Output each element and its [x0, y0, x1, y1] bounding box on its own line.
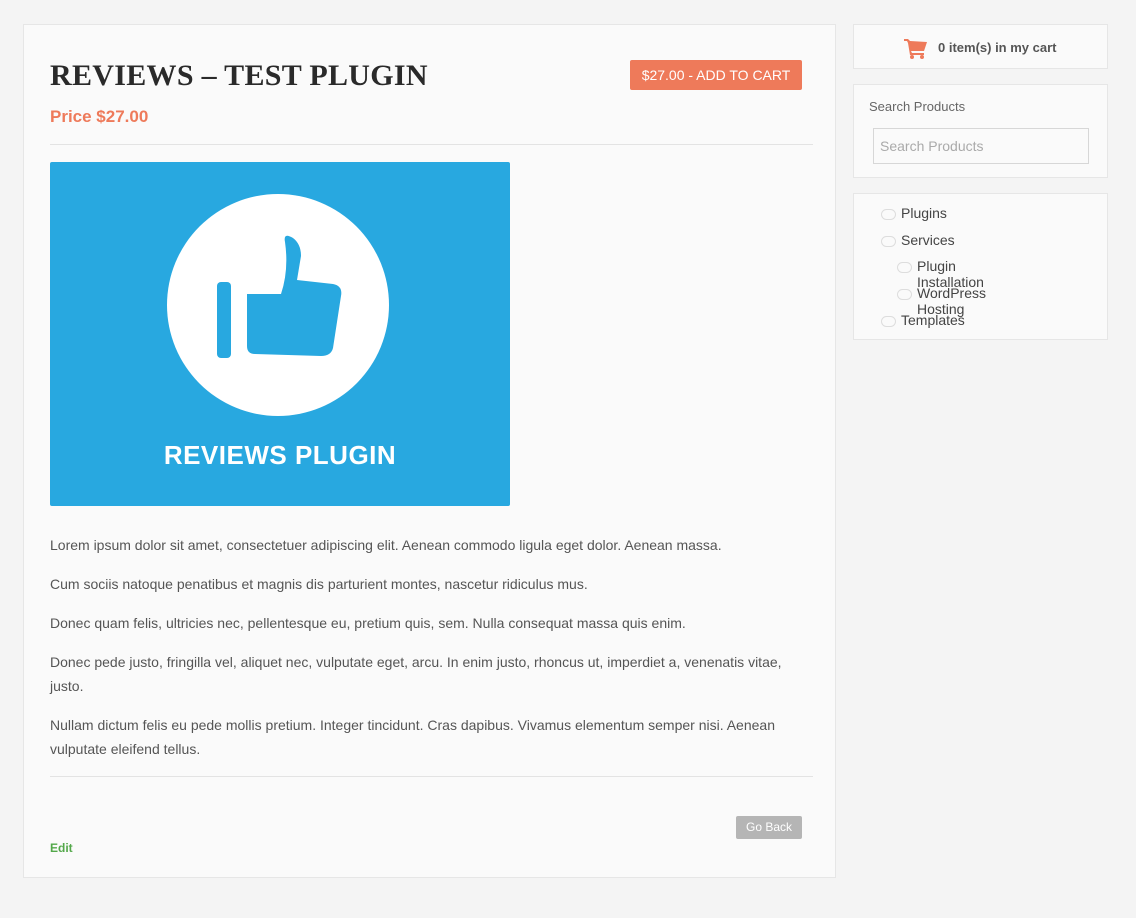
- divider: [50, 144, 813, 145]
- search-input[interactable]: [873, 128, 1089, 164]
- cart-widget[interactable]: 0 item(s) in my cart: [853, 24, 1108, 69]
- category-label: Plugins: [901, 205, 947, 221]
- description-paragraph: Nullam dictum felis eu pede mollis preti…: [50, 717, 775, 757]
- go-back-button[interactable]: Go Back: [736, 816, 802, 839]
- product-panel: REVIEWS – TEST PLUGIN $27.00 - ADD TO CA…: [23, 24, 836, 878]
- product-image: REVIEWS PLUGIN: [50, 162, 510, 506]
- category-widget: Plugins Services Plugin Installation Wor…: [853, 193, 1108, 340]
- description-paragraph: Donec pede justo, fringilla vel, aliquet…: [50, 654, 782, 694]
- radio-icon[interactable]: [881, 235, 896, 247]
- cart-status: 0 item(s) in my cart: [938, 40, 1057, 55]
- image-caption: REVIEWS PLUGIN: [163, 440, 397, 470]
- product-description: Lorem ipsum dolor sit amet, consectetuer…: [50, 533, 813, 776]
- radio-icon[interactable]: [881, 209, 896, 220]
- description-paragraph: Lorem ipsum dolor sit amet, consectetuer…: [50, 537, 722, 553]
- description-paragraph: Cum sociis natoque penatibus et magnis d…: [50, 576, 588, 592]
- product-price: Price $27.00: [50, 107, 149, 126]
- cart-icon: [904, 39, 927, 59]
- image-circle: [167, 194, 389, 416]
- radio-icon[interactable]: [897, 262, 912, 274]
- category-label: Templates: [901, 311, 965, 328]
- search-widget-title: Search Products: [869, 99, 966, 114]
- thumbs-up-icon: [217, 235, 342, 358]
- description-paragraph: Donec quam felis, ultricies nec, pellent…: [50, 615, 686, 631]
- add-to-cart-button[interactable]: $27.00 - ADD TO CART: [630, 60, 802, 90]
- product-title: REVIEWS – TEST PLUGIN: [50, 59, 428, 92]
- search-widget: Search Products: [853, 84, 1108, 178]
- category-label: Services: [901, 231, 955, 248]
- divider: [50, 776, 813, 777]
- edit-link[interactable]: Edit: [50, 841, 73, 855]
- radio-icon[interactable]: [897, 289, 912, 301]
- radio-icon[interactable]: [881, 315, 896, 327]
